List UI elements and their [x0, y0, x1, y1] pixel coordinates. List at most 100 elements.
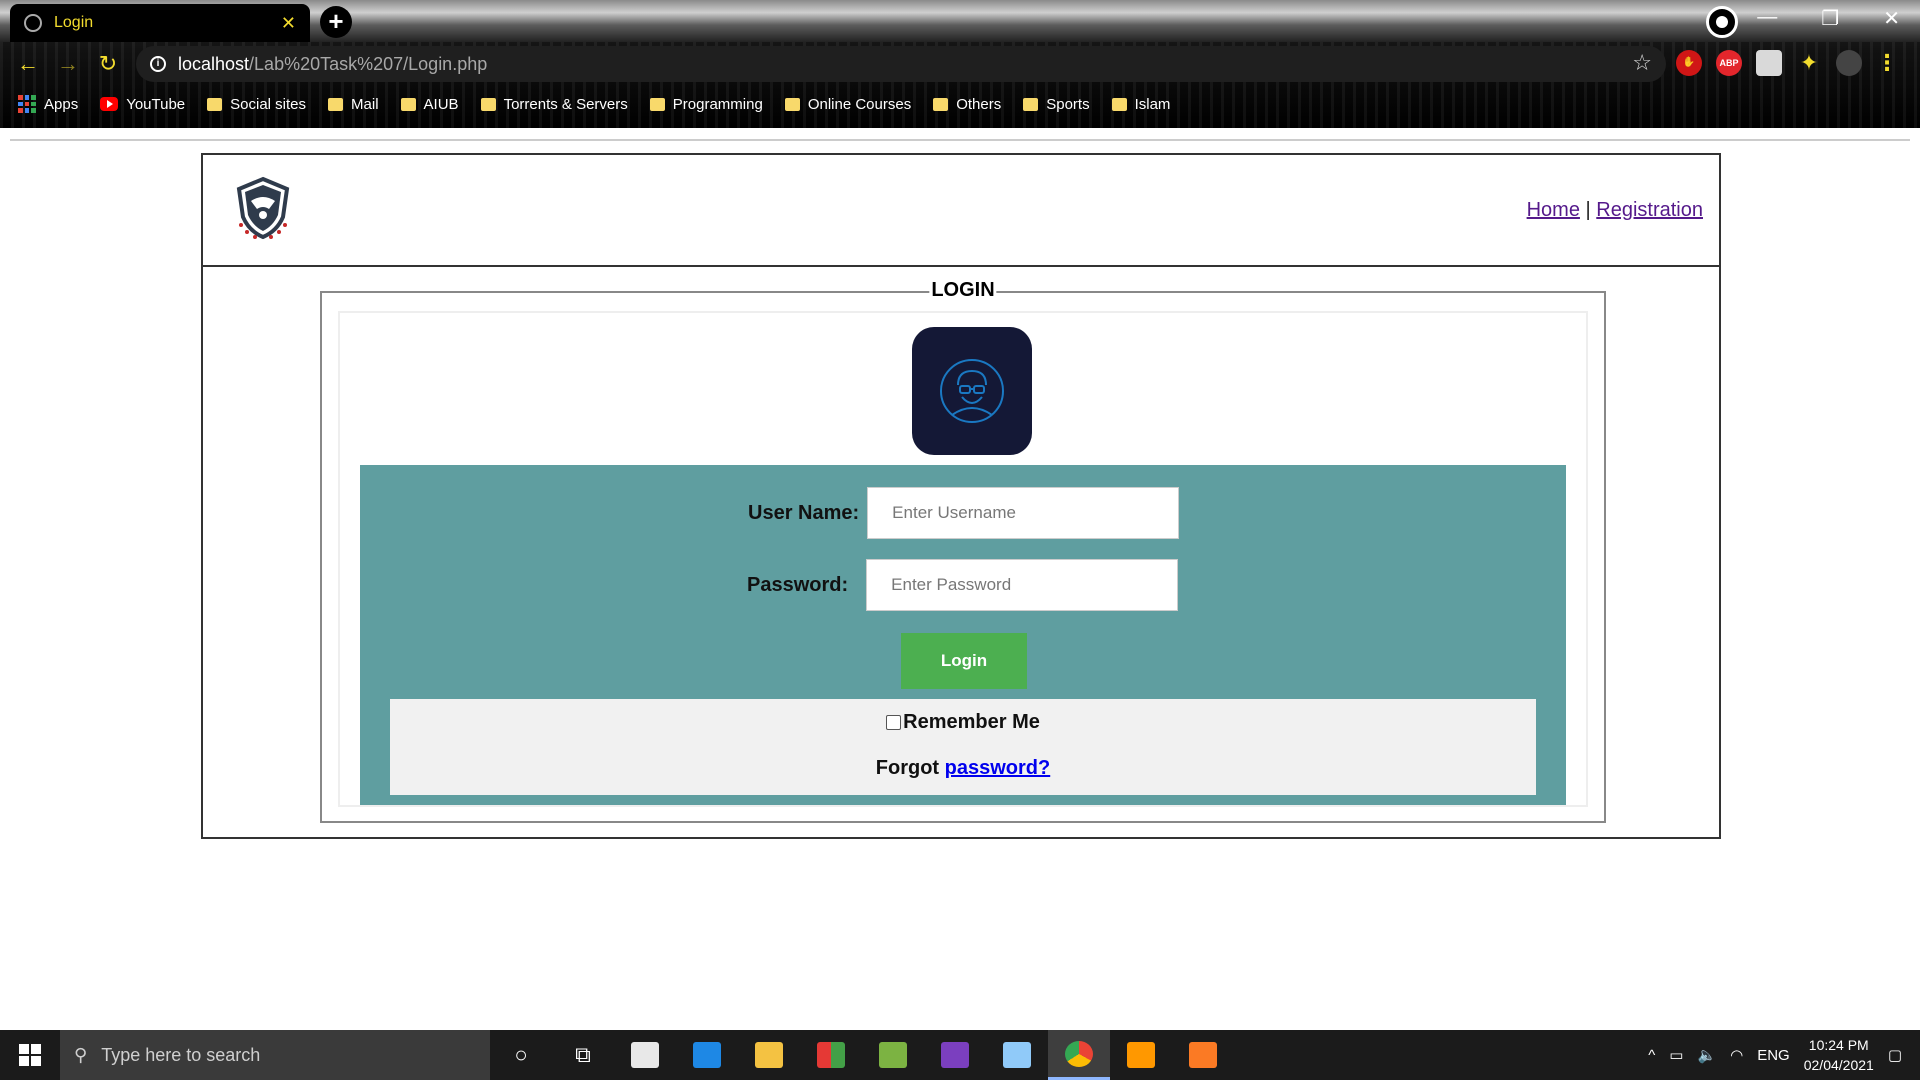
- header-nav: Home | Registration: [1527, 199, 1703, 222]
- paint-icon[interactable]: [986, 1030, 1048, 1080]
- username-row: User Name:: [748, 487, 1180, 539]
- chrome-icon[interactable]: [1048, 1030, 1110, 1080]
- bookmark-label: Others: [956, 95, 1002, 113]
- bookmarks-bar: Apps YouTube Social sites Mail AIUB Torr…: [0, 86, 1920, 122]
- bookmark-islam[interactable]: Islam: [1111, 95, 1171, 113]
- new-tab-button[interactable]: +: [320, 6, 352, 38]
- username-input[interactable]: [867, 487, 1180, 539]
- bookmark-label: Torrents & Servers: [503, 95, 628, 113]
- chevron-up-icon[interactable]: ^: [1648, 1047, 1655, 1064]
- windows-logo-icon: [19, 1044, 41, 1066]
- profile-avatar[interactable]: [1836, 50, 1862, 76]
- sublime-text-icon[interactable]: [1110, 1030, 1172, 1080]
- task-view-icon[interactable]: ⧉: [552, 1030, 614, 1080]
- folder-icon: [400, 97, 416, 111]
- site-header: Home | Registration: [203, 155, 1719, 267]
- bookmark-mail[interactable]: Mail: [328, 96, 379, 113]
- back-icon[interactable]: ←: [8, 51, 48, 77]
- abp-icon[interactable]: ABP: [1716, 50, 1742, 76]
- forward-icon[interactable]: →: [48, 51, 88, 77]
- volume-icon[interactable]: 🔈: [1697, 1046, 1716, 1064]
- close-tab-icon[interactable]: ✕: [281, 13, 296, 34]
- office-icon[interactable]: [800, 1030, 862, 1080]
- visual-studio-icon[interactable]: [924, 1030, 986, 1080]
- kebab-menu-icon[interactable]: ⋮: [1876, 50, 1898, 76]
- password-row: Password:: [747, 559, 1179, 611]
- start-button[interactable]: [0, 1030, 60, 1080]
- top-divider: [10, 139, 1910, 141]
- home-link[interactable]: Home: [1527, 199, 1580, 221]
- username-label: User Name:: [748, 501, 860, 524]
- bookmark-others[interactable]: Others: [933, 96, 1001, 113]
- windows-taskbar: ⚲ Type here to search ○ ⧉ ^ ▭ 🔈 ◠ ENG 10…: [0, 1030, 1920, 1080]
- puzzle-icon[interactable]: ✦: [1796, 50, 1822, 76]
- tab-strip: Login ✕ + — ❐ ✕: [0, 0, 1920, 42]
- extensions-area: ✋ ABP ✦ ⋮: [1676, 50, 1898, 76]
- bookmark-social-sites[interactable]: Social sites: [207, 96, 306, 113]
- bookmark-label: YouTube: [126, 95, 186, 113]
- bookmark-label: Apps: [44, 95, 79, 113]
- forgot-password-link[interactable]: password?: [945, 757, 1051, 779]
- bookmark-sports[interactable]: Sports: [1023, 95, 1090, 113]
- bookmark-programming[interactable]: Programming: [649, 96, 763, 113]
- bookmark-youtube[interactable]: YouTube: [100, 96, 185, 113]
- clock[interactable]: 10:24 PM 02/04/2021: [1804, 1035, 1874, 1075]
- bookmark-aiub[interactable]: AIUB: [400, 96, 459, 113]
- reload-icon[interactable]: ↻: [88, 51, 128, 77]
- password-input[interactable]: [866, 559, 1179, 611]
- wifi-icon[interactable]: ◠: [1730, 1046, 1743, 1064]
- minimize-icon[interactable]: —: [1757, 6, 1777, 31]
- login-inner-box: User Name: Password: Login Remember Me F…: [338, 311, 1588, 807]
- bookmark-label: Mail: [351, 95, 379, 113]
- remember-me-label: Remember Me: [903, 711, 1040, 733]
- shield-logo-icon: [236, 176, 290, 240]
- login-button[interactable]: Login: [901, 633, 1027, 689]
- xampp-icon[interactable]: [1172, 1030, 1234, 1080]
- forgot-password-row: Forgot password?: [390, 757, 1536, 780]
- forgot-prefix: Forgot: [875, 757, 940, 779]
- login-form: User Name: Password: Login Remember Me F…: [360, 465, 1566, 805]
- close-window-icon[interactable]: ✕: [1883, 6, 1900, 31]
- image-editor-icon[interactable]: [862, 1030, 924, 1080]
- window-controls: — ❐ ✕: [1757, 6, 1900, 31]
- folder-icon: [933, 97, 949, 111]
- bookmark-online-courses[interactable]: Online Courses: [784, 95, 912, 113]
- language-indicator[interactable]: ENG: [1757, 1047, 1790, 1064]
- bookmark-apps[interactable]: Apps: [18, 95, 78, 113]
- login-fieldset: LOGIN User Name: Pas: [320, 279, 1606, 823]
- bookmark-torrents-servers[interactable]: Torrents & Servers: [480, 95, 628, 113]
- mail-icon[interactable]: [676, 1030, 738, 1080]
- bookmark-star-icon[interactable]: ☆: [1632, 50, 1652, 76]
- login-legend: LOGIN: [929, 279, 997, 302]
- maximize-icon[interactable]: ❐: [1821, 6, 1839, 31]
- folder-icon: [1111, 97, 1127, 111]
- bookmark-label: Islam: [1134, 95, 1171, 113]
- folder-icon: [480, 97, 496, 111]
- system-tray: ^ ▭ 🔈 ◠ ENG 10:24 PM 02/04/2021 ▢: [1648, 1030, 1920, 1080]
- cortana-icon[interactable]: ○: [490, 1030, 552, 1080]
- adblock-icon[interactable]: ✋: [1676, 50, 1702, 76]
- browser-tab[interactable]: Login ✕: [10, 4, 310, 42]
- browser-toolbar: ← → ↻ i localhost /Lab%20Task%207/Login.…: [0, 42, 1920, 86]
- clock-date: 02/04/2021: [1803, 1057, 1874, 1073]
- folder-icon: [207, 97, 223, 111]
- bookmark-label: Online Courses: [807, 95, 912, 113]
- tab-search-icon[interactable]: [1706, 6, 1738, 38]
- info-icon[interactable]: i: [150, 56, 166, 72]
- url-host: localhost: [178, 53, 250, 74]
- registration-link[interactable]: Registration: [1596, 199, 1703, 221]
- store-icon[interactable]: [614, 1030, 676, 1080]
- youtube-icon: [100, 97, 119, 111]
- taskbar-search[interactable]: ⚲ Type here to search: [60, 1030, 490, 1080]
- login-options: Remember Me Forgot password?: [390, 699, 1536, 795]
- folder-icon: [328, 97, 344, 111]
- notification-icon[interactable]: ▢: [1888, 1046, 1902, 1064]
- browser-chrome: Login ✕ + — ❐ ✕ ← → ↻ i localhost /Lab%2…: [0, 0, 1920, 128]
- address-bar[interactable]: i localhost /Lab%20Task%207/Login.php ☆: [136, 46, 1666, 82]
- battery-icon[interactable]: ▭: [1669, 1046, 1683, 1064]
- bookmark-label: Sports: [1046, 95, 1090, 113]
- file-explorer-icon[interactable]: [738, 1030, 800, 1080]
- remember-me-checkbox[interactable]: [886, 715, 902, 730]
- user-avatar-icon: [912, 327, 1032, 455]
- extension-icon[interactable]: [1756, 50, 1782, 76]
